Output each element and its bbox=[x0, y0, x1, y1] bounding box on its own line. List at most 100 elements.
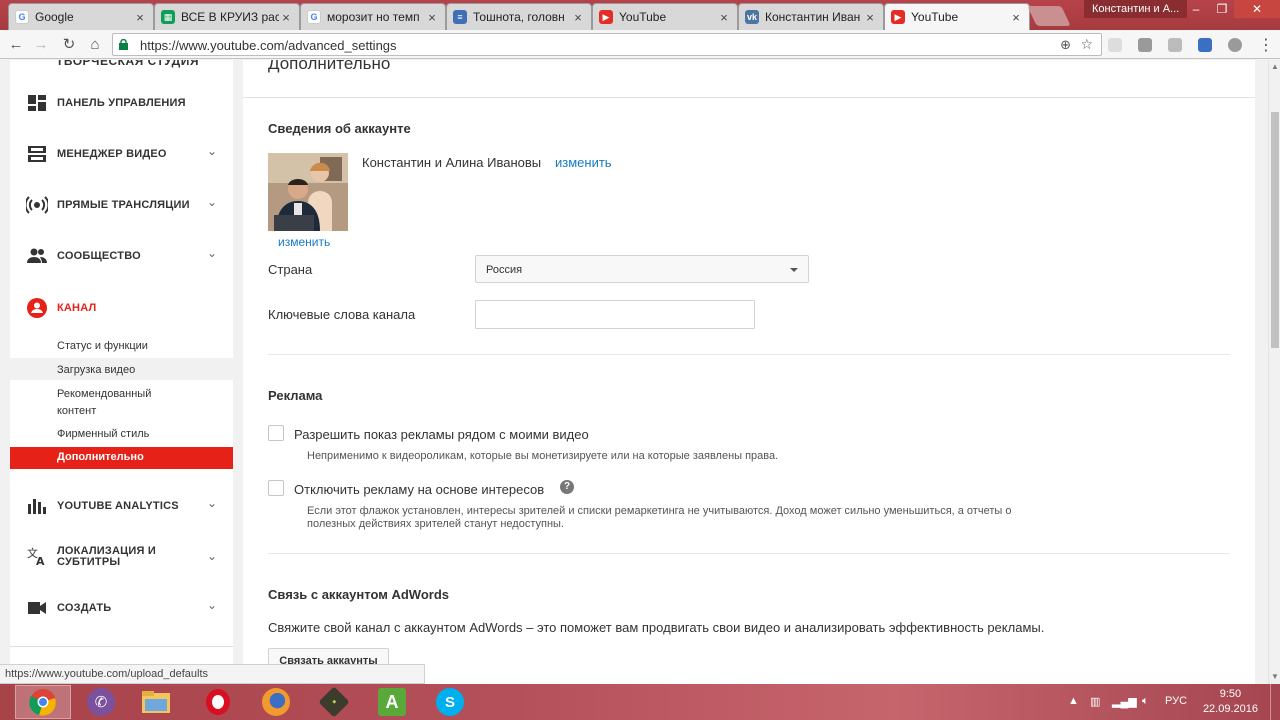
minimize-window-icon[interactable]: – bbox=[1182, 0, 1210, 18]
change-avatar-link[interactable]: изменить bbox=[278, 235, 330, 249]
scrollbar-thumb[interactable] bbox=[1271, 112, 1279, 348]
volume-icon[interactable]: 🔈︎ bbox=[1142, 695, 1149, 708]
system-clock[interactable]: 9:50 22.09.2016 bbox=[1203, 687, 1258, 717]
translate-icon: 文 A bbox=[27, 546, 45, 566]
community-icon bbox=[27, 248, 47, 263]
back-icon[interactable]: ← bbox=[5, 34, 27, 56]
signal-icon[interactable]: ▂▄▆ bbox=[1112, 695, 1137, 708]
tab-title: морозит но темп bbox=[327, 10, 420, 24]
chrome-icon bbox=[29, 689, 56, 716]
scroll-up-icon[interactable]: ▲ bbox=[1269, 62, 1280, 71]
change-name-link[interactable]: изменить bbox=[555, 155, 612, 170]
app-icon: ▪ bbox=[318, 686, 350, 718]
browser-tab[interactable]: ▦ ВСЕ В КРУИЗ рас × bbox=[154, 3, 300, 30]
channel-keywords-input[interactable] bbox=[475, 300, 755, 329]
taskbar-firefox[interactable] bbox=[248, 685, 304, 719]
scroll-down-icon[interactable]: ▼ bbox=[1269, 672, 1280, 681]
taskbar-opera[interactable] bbox=[190, 685, 246, 719]
sidebar-item-community[interactable]: СООБЩЕСТВО ⌄ bbox=[10, 243, 233, 269]
adwords-description: Свяжите свой канал с аккаунтом AdWords –… bbox=[268, 620, 1045, 635]
extension-icon[interactable] bbox=[1168, 38, 1182, 52]
extension-search-icon[interactable] bbox=[1108, 38, 1122, 52]
extension-icon[interactable] bbox=[1138, 38, 1152, 52]
cart-extension-icon[interactable] bbox=[1198, 38, 1212, 52]
taskbar-app[interactable]: ▪ bbox=[306, 685, 362, 719]
taskbar-skype[interactable]: S bbox=[422, 685, 478, 719]
allow-ads-label[interactable]: Разрешить показ рекламы рядом с моими ви… bbox=[294, 427, 589, 442]
channel-name: Константин и Алина Ивановы bbox=[362, 155, 542, 170]
close-window-icon[interactable]: ✕ bbox=[1234, 0, 1280, 18]
system-tray: ▲ ▥ ▂▄▆ 🔈︎ РУС 9:50 22.09.2016 bbox=[1060, 684, 1280, 720]
browser-tab[interactable]: ▶ YouTube × bbox=[592, 3, 738, 30]
taskbar-android[interactable]: A bbox=[364, 685, 420, 719]
create-video-icon bbox=[28, 602, 46, 614]
browser-profile-button[interactable]: Константин и А... bbox=[1084, 0, 1188, 18]
disable-interest-ads-checkbox[interactable] bbox=[268, 480, 284, 496]
close-tab-icon[interactable]: × bbox=[425, 10, 439, 25]
windows-taskbar: ✆ ▪ A S ▲ ▥ ▂▄▆ 🔈︎ РУС 9:50 22.09.2016 bbox=[0, 684, 1280, 720]
new-tab-button[interactable] bbox=[1027, 6, 1071, 26]
sidebar-item-label: МЕНЕДЖЕР ВИДЕО bbox=[57, 148, 167, 160]
chevron-down-icon[interactable]: ⌄ bbox=[207, 598, 217, 612]
sidebar-item-analytics[interactable]: YOUTUBE ANALYTICS ⌄ bbox=[10, 493, 233, 519]
chevron-down-icon[interactable]: ⌄ bbox=[207, 195, 217, 209]
sidebar-subitem-advanced[interactable]: Дополнительно bbox=[10, 447, 233, 469]
help-icon[interactable]: ? bbox=[560, 480, 574, 494]
browser-tab[interactable]: G Google × bbox=[8, 3, 154, 30]
video-manager-icon bbox=[28, 146, 46, 162]
close-tab-icon[interactable]: × bbox=[1009, 10, 1023, 25]
vk-extension-icon[interactable] bbox=[1228, 38, 1242, 52]
forward-icon[interactable]: → bbox=[30, 34, 52, 56]
chevron-down-icon[interactable]: ⌄ bbox=[207, 246, 217, 260]
keyboard-language[interactable]: РУС bbox=[1165, 695, 1187, 707]
close-tab-icon[interactable]: × bbox=[863, 10, 877, 25]
opera-icon bbox=[206, 689, 230, 715]
country-select[interactable]: Россия bbox=[475, 255, 809, 283]
close-tab-icon[interactable]: × bbox=[717, 10, 731, 25]
browser-tab[interactable]: vk Константин Иван × bbox=[738, 3, 884, 30]
browser-tab[interactable]: ≡ Тошнота, головн × bbox=[446, 3, 592, 30]
chevron-down-icon[interactable]: ⌄ bbox=[207, 144, 217, 158]
network-icon[interactable]: ▥ bbox=[1090, 695, 1100, 708]
section-divider bbox=[268, 553, 1230, 554]
sidebar-item-video-manager[interactable]: МЕНЕДЖЕР ВИДЕО ⌄ bbox=[10, 141, 233, 167]
sidebar-item-create[interactable]: СОЗДАТЬ ⌄ bbox=[10, 595, 233, 621]
browser-menu-icon[interactable]: ⋮ bbox=[1258, 35, 1274, 55]
bookmark-star-icon[interactable]: ☆ bbox=[1080, 36, 1093, 53]
sidebar-item-label: КАНАЛ bbox=[57, 302, 97, 314]
address-bar[interactable]: https://www.youtube.com/advanced_setting… bbox=[112, 33, 1102, 56]
sidebar-item-live[interactable]: ПРЯМЫЕ ТРАНСЛЯЦИИ ⌄ bbox=[10, 192, 233, 218]
sidebar-item-translations[interactable]: 文 A ЛОКАЛИЗАЦИЯ И СУБТИТРЫ ⌄ bbox=[10, 543, 233, 575]
sidebar-subitem-upload-defaults[interactable]: Загрузка видео bbox=[57, 364, 135, 376]
zoom-icon[interactable]: ⊕ bbox=[1060, 37, 1071, 53]
close-tab-icon[interactable]: × bbox=[133, 10, 147, 25]
tray-expand-icon[interactable]: ▲ bbox=[1068, 695, 1079, 707]
browser-tab-active[interactable]: ▶ YouTube × bbox=[884, 3, 1030, 30]
disable-interest-ads-label[interactable]: Отключить рекламу на основе интересов bbox=[294, 482, 544, 497]
sidebar-item-label: СООБЩЕСТВО bbox=[57, 250, 141, 262]
svg-text:A: A bbox=[36, 555, 45, 566]
reload-icon[interactable]: ↻ bbox=[58, 34, 80, 56]
channel-avatar[interactable] bbox=[268, 153, 348, 231]
sidebar-subitem-branding[interactable]: Фирменный стиль bbox=[57, 428, 149, 440]
chevron-down-icon[interactable]: ⌄ bbox=[207, 549, 217, 563]
chevron-down-icon[interactable]: ⌄ bbox=[207, 496, 217, 510]
sidebar-subitem-status[interactable]: Статус и функции bbox=[57, 340, 148, 352]
home-icon[interactable]: ⌂ bbox=[84, 34, 106, 56]
browser-tab[interactable]: G морозит но темп × bbox=[300, 3, 446, 30]
maximize-window-icon[interactable]: ❐ bbox=[1208, 0, 1236, 18]
close-tab-icon[interactable]: × bbox=[571, 10, 585, 25]
sidebar-subitem-featured-content[interactable]: Рекомендованный контент bbox=[57, 386, 151, 420]
taskbar-viber[interactable]: ✆ bbox=[73, 685, 129, 719]
youtube-favicon-icon: ▶ bbox=[891, 10, 905, 24]
allow-ads-note: Неприменимо к видеороликам, которые вы м… bbox=[307, 450, 779, 462]
page-scrollbar[interactable]: ▲ ▼ bbox=[1268, 60, 1280, 684]
taskbar-chrome[interactable] bbox=[15, 685, 71, 719]
taskbar-explorer[interactable] bbox=[128, 685, 184, 719]
close-tab-icon[interactable]: × bbox=[279, 10, 293, 25]
show-desktop-button[interactable] bbox=[1270, 684, 1280, 720]
page-title: Дополнительно bbox=[268, 60, 391, 73]
sidebar-item-dashboard[interactable]: ПАНЕЛЬ УПРАВЛЕНИЯ bbox=[10, 90, 233, 116]
sidebar-item-channel[interactable]: КАНАЛ bbox=[10, 295, 233, 321]
allow-ads-checkbox[interactable] bbox=[268, 425, 284, 441]
